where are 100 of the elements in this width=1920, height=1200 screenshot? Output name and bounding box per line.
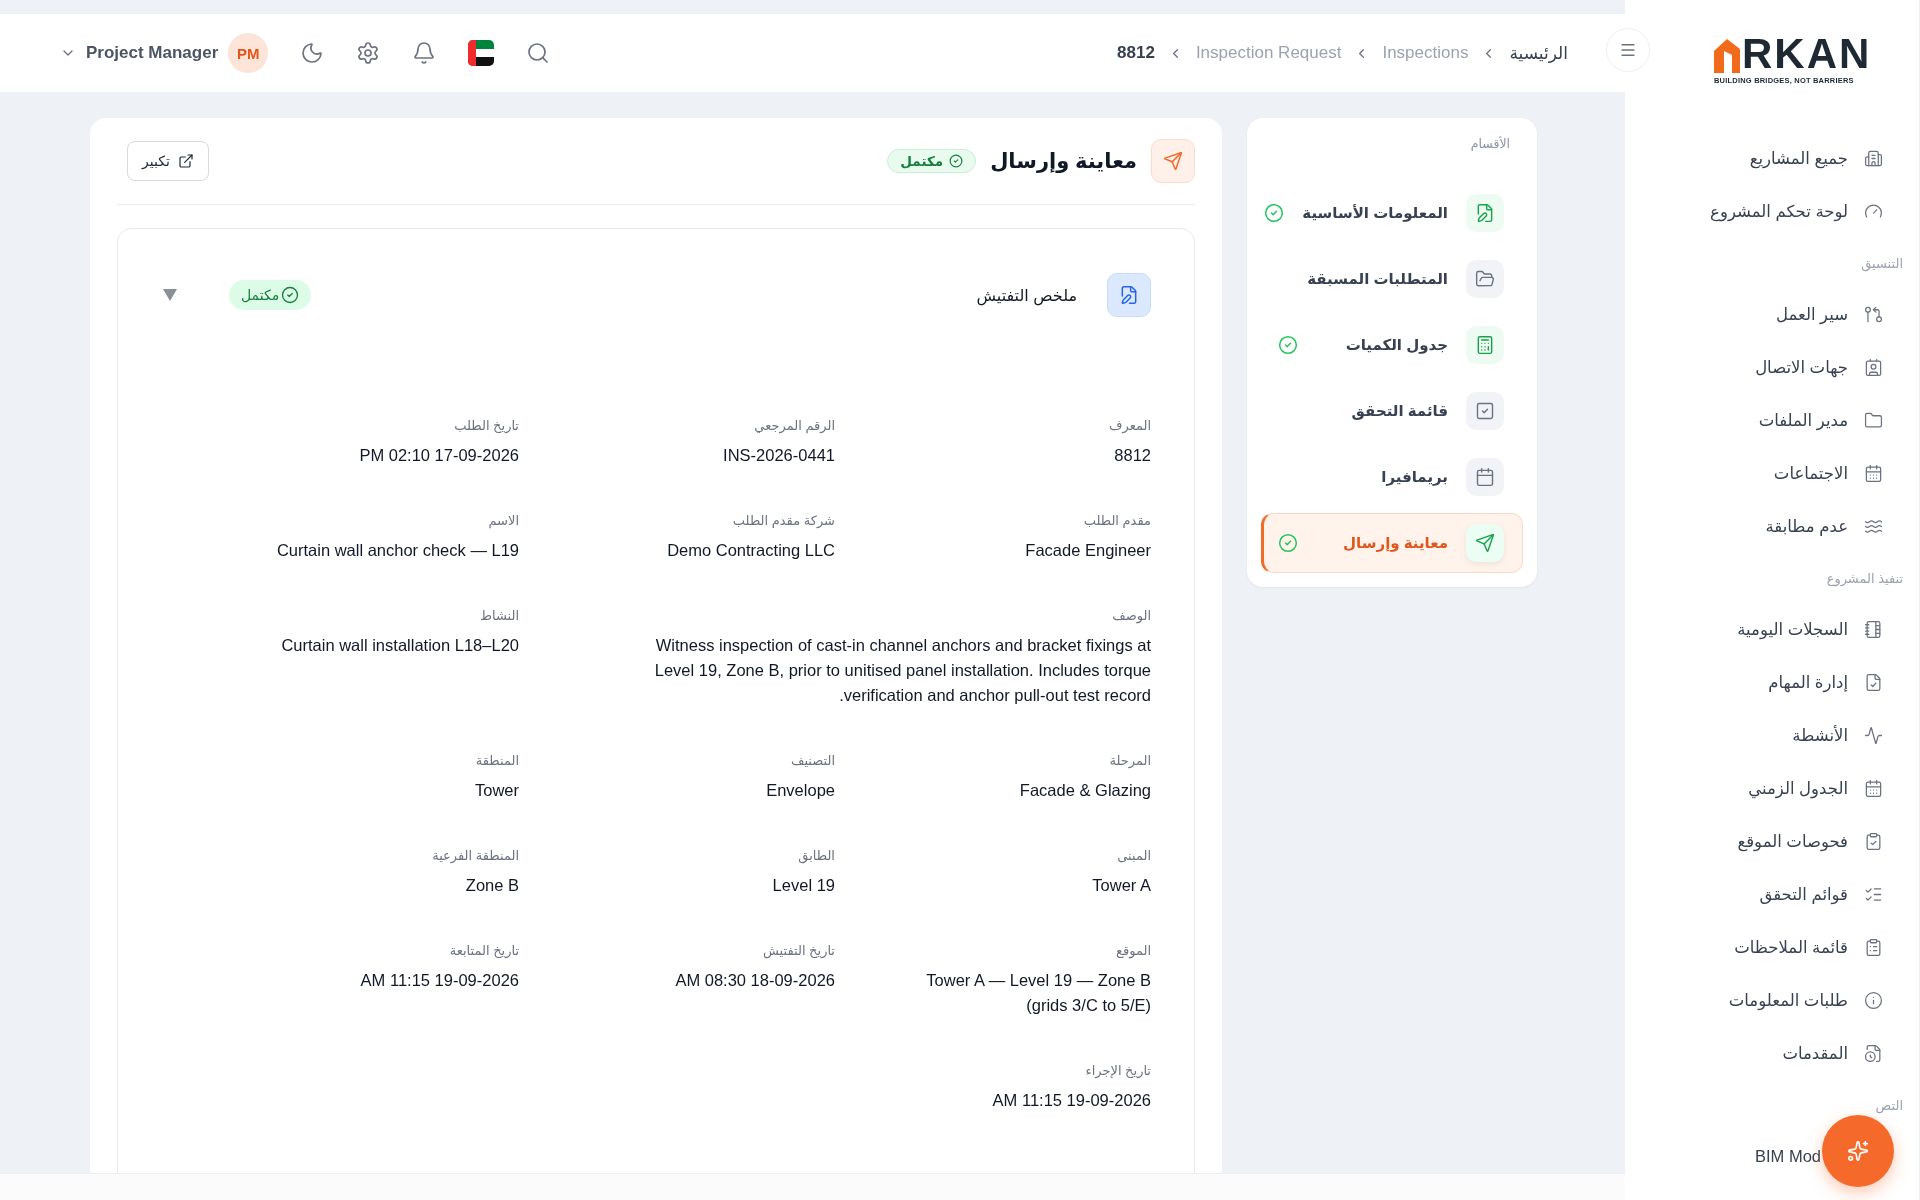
field-label: المنطقة — [474, 752, 519, 770]
field-value: Curtain wall installation L18–L20 — [280, 635, 519, 656]
calendar-icon — [1864, 779, 1883, 798]
field-label: الموقع — [1115, 942, 1151, 960]
field-value: AM 08:30 18-09-2026 — [674, 970, 835, 991]
nav-item[interactable]: جهات الاتصال — [1625, 341, 1919, 394]
folder-icon — [1864, 411, 1883, 430]
field-value: Curtain wall anchor check — L19 — [275, 540, 519, 561]
field-label: تاريخ المتابعة — [448, 942, 519, 960]
field-value: INS-2026-0441 — [722, 445, 835, 466]
field-value: Tower A — Level 19 — Zone B (grids 3/C to 5/E) — [925, 970, 1151, 1016]
settings-button[interactable] — [356, 41, 381, 65]
logo-icon — [1714, 39, 1740, 73]
gauge-icon — [1864, 202, 1883, 221]
clipboard-check-icon — [1864, 832, 1883, 851]
branch-icon — [1864, 305, 1883, 324]
notebook-icon — [1864, 620, 1883, 639]
nav-item[interactable]: الاجتماعات — [1625, 447, 1919, 500]
field-value: Tower A — [1091, 875, 1151, 896]
caret-icon[interactable] — [163, 289, 177, 301]
field-value: Facade & Glazing — [1018, 780, 1151, 801]
field-value: Envelope — [765, 780, 835, 801]
file-edit-icon — [1107, 273, 1151, 317]
field-value: Tower — [474, 780, 519, 801]
user-menu-button[interactable]: Project Manager — [60, 43, 219, 63]
section-item[interactable]: قائمة التحقق — [1261, 381, 1523, 441]
notifications-button[interactable] — [412, 41, 437, 65]
field-value: Facade Engineer — [1024, 540, 1151, 561]
user-avatar: PM — [228, 33, 269, 73]
field-label: النشاط — [478, 607, 519, 625]
nav-heading: تنفيذ المشروع — [1825, 569, 1904, 589]
breadcrumb-item[interactable]: الرئيسية — [1509, 42, 1568, 64]
nav-item[interactable]: الأنشطة — [1625, 709, 1919, 762]
field-value: Level 19 — [771, 875, 835, 896]
field-label: شركة مقدم الطلب — [731, 512, 835, 530]
send-icon — [1466, 524, 1504, 562]
check-circle-icon — [1264, 203, 1285, 223]
field-label: المنطقة الفرعية — [431, 847, 519, 865]
nav-item[interactable]: السجلات اليومية — [1625, 603, 1919, 656]
field-label: المعرف — [1108, 417, 1151, 435]
nav-item[interactable]: عدم مطابقة — [1625, 500, 1919, 553]
field-label: المبنى — [1116, 847, 1151, 865]
field-value: 8812 — [1113, 445, 1151, 466]
field-value: AM 11:15 19-09-2026 — [991, 1090, 1151, 1111]
summary-title: ملخص التفتيش — [976, 285, 1077, 305]
language-button[interactable] — [468, 40, 495, 66]
calculator-icon — [1466, 326, 1504, 364]
info-icon — [1864, 991, 1883, 1010]
checklist-icon — [1864, 885, 1883, 904]
building-icon — [1864, 149, 1883, 168]
nav-item[interactable]: قائمة الملاحظات — [1625, 921, 1919, 974]
check-circle-icon — [1278, 335, 1298, 355]
expand-icon — [177, 153, 194, 169]
file-clock-icon — [1864, 1044, 1883, 1063]
nav-item[interactable]: إدارة المهام — [1625, 656, 1919, 709]
breadcrumb-item[interactable]: 8812 — [1117, 43, 1155, 63]
field-value: Zone B — [464, 875, 519, 896]
section-item[interactable]: بريمافيرا — [1261, 447, 1523, 507]
field-value: PM 02:10 17-09-2026 — [358, 445, 519, 466]
section-item[interactable]: المتطلبات المسبقة — [1261, 249, 1523, 309]
expand-button[interactable]: تكبير — [127, 141, 209, 181]
nav-item[interactable]: لوحة تحكم المشروع — [1625, 185, 1919, 238]
nav-item[interactable]: فحوصات الموقع — [1625, 815, 1919, 868]
field-label: التصنيف — [789, 752, 835, 770]
field-value: Demo Contracting LLC — [666, 540, 835, 561]
section-item[interactable]: جدول الكميات — [1261, 315, 1523, 375]
checkbox-icon — [1466, 392, 1504, 430]
check-circle-icon — [1278, 533, 1298, 553]
nav-item[interactable]: الجدول الزمني — [1625, 762, 1919, 815]
menu-icon — [1619, 41, 1637, 59]
nav-heading: التنسيق — [1860, 254, 1904, 274]
field-label: المرحلة — [1108, 752, 1151, 770]
nav-item[interactable]: سير العمل — [1625, 288, 1919, 341]
nav-item[interactable]: جميع المشاريع — [1625, 132, 1919, 185]
logo-wordmark: RKAN — [1742, 35, 1872, 73]
nav-item[interactable]: طلبات المعلومات — [1625, 974, 1919, 1027]
file-check-icon — [1864, 673, 1883, 692]
sections-title: الأقسام — [1469, 136, 1511, 151]
nav-item[interactable]: BIM Mod — [1625, 1130, 1919, 1183]
panel-title: معاينة وإرسال — [990, 149, 1137, 173]
field-label: الاسم — [487, 512, 519, 530]
waves-icon — [1864, 517, 1883, 536]
status-badge: مكتمل — [229, 280, 312, 310]
contact-icon — [1864, 358, 1883, 377]
field-value: Witness inspection of cast-in channel anchors and bracket fixings at Level 19, Zone B, prior to unitised panel installation. Includes torque verification and anchor pull-out test record. — [653, 635, 1151, 706]
nav-item[interactable]: قوائم التحقق — [1625, 868, 1919, 921]
nav-item[interactable]: المقدمات — [1625, 1027, 1919, 1080]
status-badge: مكتمل — [887, 149, 977, 173]
calendar-icon — [1466, 458, 1504, 496]
field-label: الرقم المرجعي — [753, 417, 835, 435]
theme-button[interactable] — [300, 41, 325, 65]
sparkles-icon — [1847, 1140, 1869, 1162]
file-edit-icon — [1466, 194, 1504, 232]
search-button[interactable] — [526, 41, 551, 65]
flag-icon — [468, 40, 495, 66]
field-label: تاريخ التفتيش — [762, 942, 835, 960]
section-item[interactable]: المعلومات الأساسية — [1261, 183, 1523, 243]
nav-item[interactable]: مدير الملفات — [1625, 394, 1919, 447]
check-circle-icon — [949, 154, 964, 168]
field-label: الطابق — [797, 847, 835, 865]
